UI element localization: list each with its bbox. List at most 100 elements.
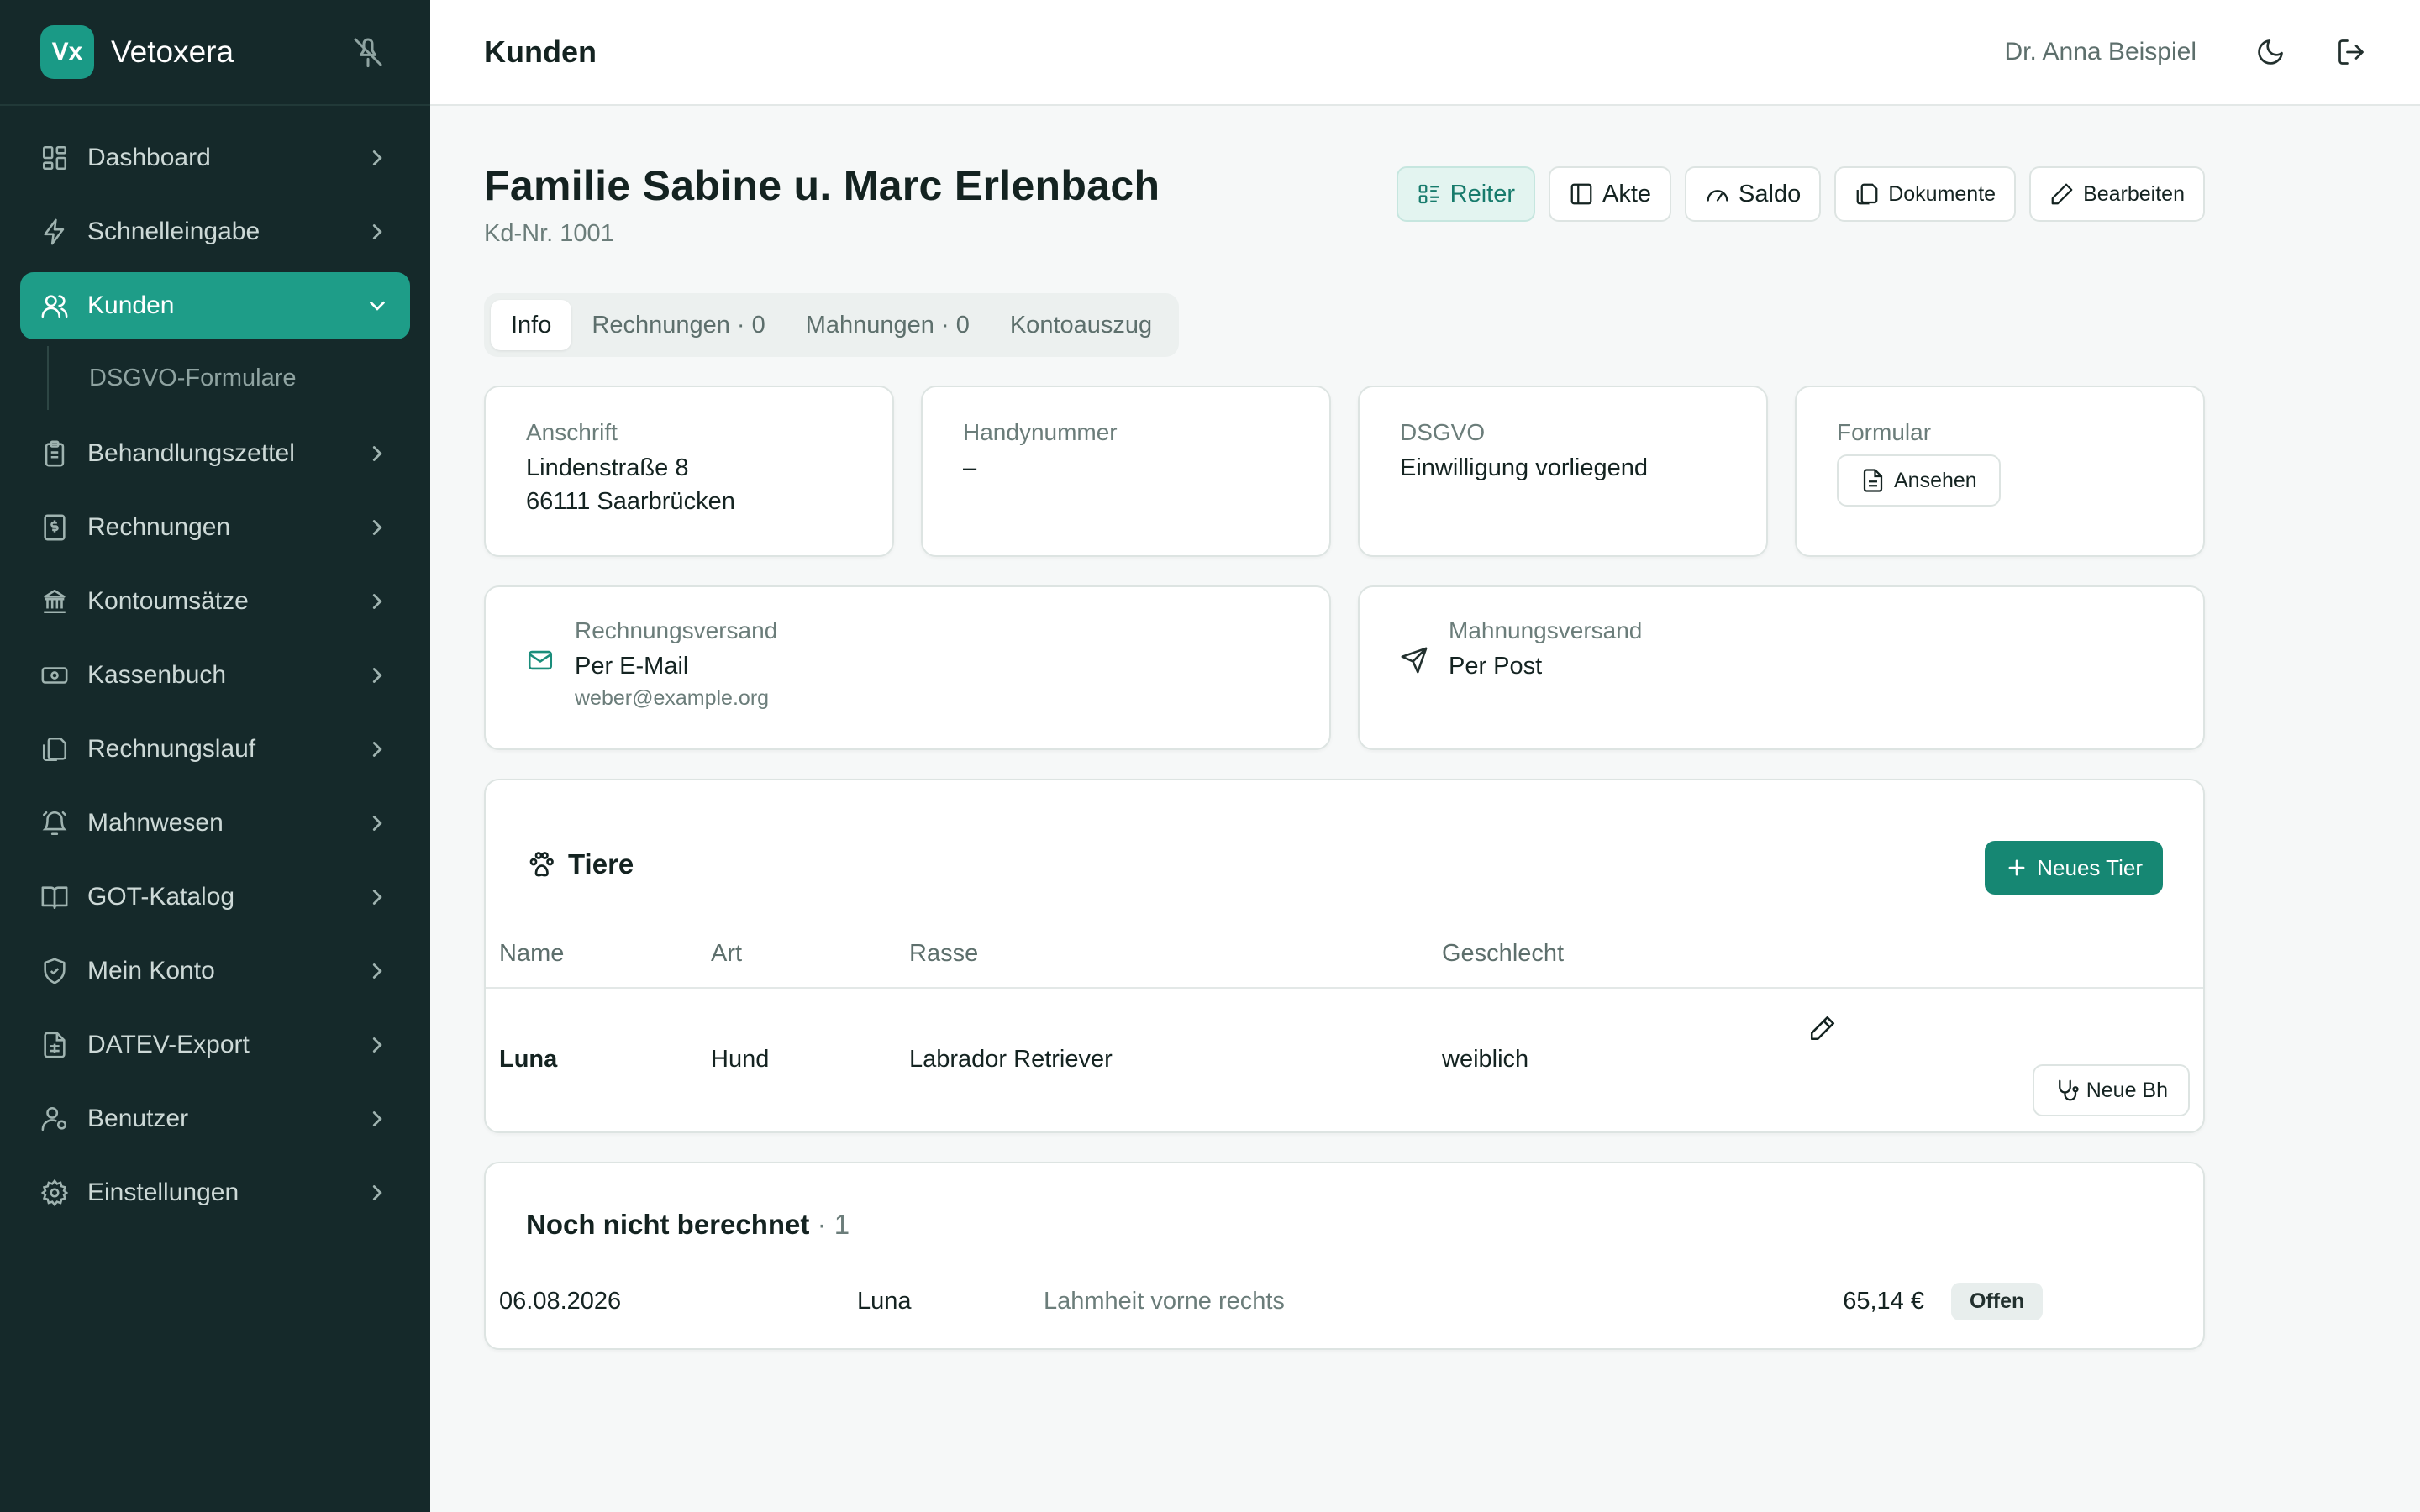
main-content: Familie Sabine u. Marc Erlenbach Kd-Nr. … xyxy=(484,106,2205,1350)
new-treatment-label: Neue Bh xyxy=(2086,1078,2168,1102)
chevron-right-icon xyxy=(365,958,390,984)
dunning-shipping-label: Mahnungsversand xyxy=(1449,617,1643,643)
invoice-shipping-card: Rechnungsversand Per E-Mail weber@exampl… xyxy=(484,585,1331,750)
invoice-shipping-value: Per E-Mail xyxy=(575,653,689,680)
brand-name: Vetoxera xyxy=(111,34,234,69)
address-city: 66111 Saarbrücken xyxy=(526,488,735,515)
user-name[interactable]: Dr. Anna Beispiel xyxy=(2005,38,2196,66)
sidebar-item-kunden[interactable]: Kunden xyxy=(20,272,410,339)
akte-label: Akte xyxy=(1602,180,1652,207)
top-bar: Kunden Dr. Anna Beispiel xyxy=(430,0,2420,106)
tab-rechnungen[interactable]: Rechnungen · 0 xyxy=(571,300,785,350)
clipboard-icon xyxy=(40,439,69,468)
chevron-right-icon xyxy=(365,589,390,614)
invoice-email: weber@example.org xyxy=(575,686,770,710)
sheet-icon xyxy=(40,1031,69,1059)
files-icon xyxy=(40,735,69,764)
book-icon xyxy=(40,883,69,911)
user-gear-icon xyxy=(40,1105,69,1133)
stethoscope-icon xyxy=(2054,1078,2080,1103)
mail-icon xyxy=(526,646,555,675)
sidebar-item-label: Kontoumsätze xyxy=(87,587,249,615)
chevron-right-icon xyxy=(365,663,390,688)
receipt-icon xyxy=(40,513,69,542)
tab-kontoauszug[interactable]: Kontoauszug xyxy=(990,300,1172,350)
table-row[interactable]: 06.08.2026 Luna Lahmheit vorne rechts 65… xyxy=(486,1283,2203,1320)
animal-name: Luna xyxy=(499,1045,558,1073)
cash-icon xyxy=(40,661,69,690)
list-details-icon xyxy=(1417,181,1442,207)
sidebar-item-rechnungen[interactable]: Rechnungen xyxy=(20,494,410,561)
sidebar-item-dashboard[interactable]: Dashboard xyxy=(20,124,410,192)
edit-pencil-icon[interactable] xyxy=(1808,1014,1837,1042)
sidebar-item-label: Kunden xyxy=(87,291,175,319)
sidebar-item-label: Behandlungszettel xyxy=(87,439,295,467)
customer-number: Kd-Nr. 1001 xyxy=(484,220,614,247)
dsgvo-card: DSGVO Einwilligung vorliegend xyxy=(1358,386,1768,557)
sidebar-item-mahnwesen[interactable]: Mahnwesen xyxy=(20,790,410,857)
table-row[interactable]: Luna Hund Labrador Retriever weiblich Ne… xyxy=(486,989,2203,1130)
page-title: Kunden xyxy=(484,34,597,69)
sidebar-nav: Dashboard Schnelleingabe Kunden DSGVO-Fo… xyxy=(0,106,430,1226)
sidebar-item-label: DATEV-Export xyxy=(87,1031,250,1058)
tab-mahnungen[interactable]: Mahnungen · 0 xyxy=(786,300,990,350)
sidebar-item-label: Dashboard xyxy=(87,144,211,171)
new-treatment-button[interactable]: Neue Bh xyxy=(2032,1064,2190,1116)
invoice-shipping-label: Rechnungsversand xyxy=(575,617,778,643)
phone-value: – xyxy=(963,454,977,481)
new-animal-button[interactable]: Neues Tier xyxy=(1985,841,2163,895)
gauge-icon xyxy=(1705,181,1730,207)
chevron-right-icon xyxy=(365,441,390,466)
brand-logo[interactable]: Vx xyxy=(40,25,94,79)
sidebar-item-behandlungszettel[interactable]: Behandlungszettel xyxy=(20,420,410,487)
action-buttons: Reiter Akte Saldo Dokumente Bearbeiten xyxy=(1392,166,2205,248)
reiter-label: Reiter xyxy=(1449,180,1515,207)
sidebar-item-schnelleingabe[interactable]: Schnelleingabe xyxy=(20,198,410,265)
sidebar-item-mein-konto[interactable]: Mein Konto xyxy=(20,937,410,1005)
sidebar-subitem-dsgvo-formulare[interactable]: DSGVO-Formulare xyxy=(47,346,410,410)
address-street: Lindenstraße 8 xyxy=(526,454,689,481)
sidebar-item-benutzer[interactable]: Benutzer xyxy=(20,1085,410,1152)
customer-name: Familie Sabine u. Marc Erlenbach xyxy=(484,162,1160,209)
dsgvo-value: Einwilligung vorliegend xyxy=(1400,454,1649,481)
sidebar: Vx Vetoxera Dashboard Schnelleingabe Kun… xyxy=(0,0,430,1512)
sidebar-item-kassenbuch[interactable]: Kassenbuch xyxy=(20,642,410,709)
unbilled-date: 06.08.2026 xyxy=(499,1288,622,1315)
sidebar-item-label: Rechnungen xyxy=(87,513,231,541)
tab-bar: Info Rechnungen · 0 Mahnungen · 0 Kontoa… xyxy=(484,293,1180,357)
sidebar-item-got-katalog[interactable]: GOT-Katalog xyxy=(20,864,410,931)
unbilled-animal: Luna xyxy=(857,1288,912,1315)
sidebar-item-label: Rechnungslauf xyxy=(87,735,256,763)
animal-sex: weiblich xyxy=(1442,1045,1529,1073)
documents-icon xyxy=(1854,181,1880,207)
ansehen-label: Ansehen xyxy=(1894,468,1977,492)
saldo-button[interactable]: Saldo xyxy=(1685,166,1822,222)
status-badge: Offen xyxy=(1951,1283,2044,1320)
shipping-cards: Rechnungsversand Per E-Mail weber@exampl… xyxy=(484,585,2205,750)
shield-icon xyxy=(40,957,69,985)
moon-icon[interactable] xyxy=(2255,37,2286,67)
dunning-shipping-value: Per Post xyxy=(1449,653,1543,680)
sidebar-item-datev-export[interactable]: DATEV-Export xyxy=(20,1011,410,1079)
akte-button[interactable]: Akte xyxy=(1549,166,1672,222)
logout-icon[interactable] xyxy=(2336,37,2366,67)
bearbeiten-button[interactable]: Bearbeiten xyxy=(2029,166,2205,222)
chevron-right-icon xyxy=(365,885,390,910)
column-art: Art xyxy=(711,940,743,967)
chevron-right-icon xyxy=(365,145,390,171)
chevron-right-icon xyxy=(365,219,390,244)
saldo-label: Saldo xyxy=(1739,180,1802,207)
tab-info[interactable]: Info xyxy=(491,300,572,350)
gear-icon xyxy=(40,1179,69,1207)
ansehen-button[interactable]: Ansehen xyxy=(1837,454,2001,507)
reiter-button[interactable]: Reiter xyxy=(1396,166,1535,222)
pin-off-icon[interactable] xyxy=(351,35,385,69)
sidebar-item-kontoumsaetze[interactable]: Kontoumsätze xyxy=(20,568,410,635)
dokumente-label: Dokumente xyxy=(1888,181,1996,206)
customer-header: Familie Sabine u. Marc Erlenbach Kd-Nr. … xyxy=(484,161,2205,248)
sidebar-item-label: Schnelleingabe xyxy=(87,218,260,245)
sidebar-item-rechnungslauf[interactable]: Rechnungslauf xyxy=(20,716,410,783)
sidebar-item-einstellungen[interactable]: Einstellungen xyxy=(20,1159,410,1226)
dokumente-button[interactable]: Dokumente xyxy=(1834,166,2017,222)
unbilled-title: Noch nicht berechnet · 1 xyxy=(486,1163,2203,1241)
